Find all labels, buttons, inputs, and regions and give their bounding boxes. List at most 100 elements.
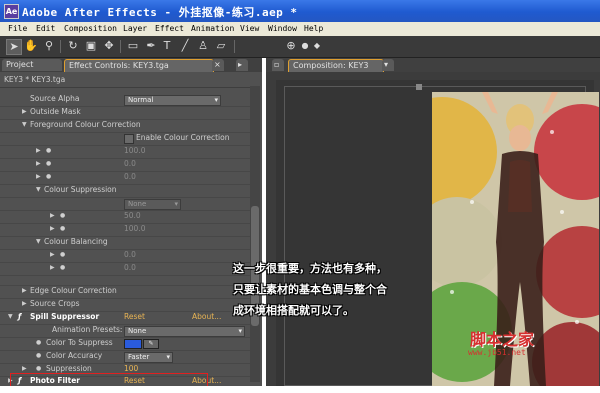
cs-param-row: ▶ ● 50.0 [0, 210, 250, 224]
stopwatch-icon[interactable]: ● [60, 223, 65, 236]
spill-reset-link[interactable]: Reset [124, 311, 145, 324]
expand-arrow-icon[interactable]: ▶ [50, 262, 55, 275]
tab-effect-controls[interactable]: Effect Controls: KEY3.tga [64, 59, 214, 72]
selection-tool-icon[interactable]: ➤ [6, 39, 22, 55]
color-swatch[interactable] [124, 339, 142, 349]
panel-menu-icon[interactable]: ▾ [382, 59, 394, 71]
animation-presets-dropdown[interactable]: None [124, 325, 245, 337]
menu-file[interactable]: File [8, 24, 27, 33]
cs-value-1[interactable]: 50.0 [124, 210, 141, 223]
menu-animation[interactable]: Animation [191, 24, 234, 33]
menu-layer[interactable]: Layer [123, 24, 147, 33]
expand-arrow-icon[interactable]: ▶ [22, 285, 27, 298]
lock-icon[interactable]: ▫ [272, 59, 284, 71]
stopwatch-icon[interactable]: ● [46, 171, 51, 184]
stopwatch-icon[interactable]: ● [60, 262, 65, 275]
expand-arrow-icon[interactable]: ▶ [50, 249, 55, 262]
toolbar-divider [234, 40, 235, 53]
menu-composition[interactable]: Composition [64, 24, 117, 33]
spill-about-link[interactable]: About... [192, 311, 221, 324]
view-axis-icon[interactable]: ◆ [310, 39, 324, 53]
brush-tool-icon[interactable]: ╱ [178, 39, 192, 53]
pan-behind-tool-icon[interactable]: ✥ [102, 39, 116, 53]
source-alpha-dropdown[interactable]: Normal [124, 94, 221, 106]
menu-help[interactable]: Help [304, 24, 323, 33]
menu-edit[interactable]: Edit [36, 24, 55, 33]
stopwatch-icon[interactable]: ● [60, 249, 65, 262]
zoom-tool-icon[interactable]: ⚲ [42, 39, 56, 53]
fx-toggle-icon[interactable]: ƒ [18, 311, 21, 324]
fg-param-row: ▶ ● 0.0 [0, 171, 250, 185]
menu-window[interactable]: Window [268, 24, 297, 33]
caption-line-1: 这一步很重要，方法也有多种， [233, 262, 387, 275]
color-accuracy-dropdown[interactable]: Faster [124, 351, 173, 363]
colour-suppression-dropdown[interactable]: None [124, 198, 181, 210]
caption-line-2: 只要让素材的基本色调与整个合 [233, 283, 387, 296]
layer-header-text: KEY3 * KEY3.tga [4, 75, 66, 84]
collapse-arrow-icon[interactable]: ▼ [36, 184, 41, 197]
title-bar: Ae Adobe After Effects - 外挂抠像-练习.aep * [0, 0, 600, 22]
expand-arrow-icon[interactable]: ▶ [36, 145, 41, 158]
eyedropper-icon[interactable]: ✎ [143, 339, 159, 349]
edge-colour-correction-label: Edge Colour Correction [30, 286, 117, 295]
colour-balancing-row[interactable]: ▼ Colour Balancing [0, 236, 250, 250]
expand-arrow-icon[interactable]: ▶ [36, 171, 41, 184]
expand-arrow-icon[interactable]: ▶ [36, 158, 41, 171]
menu-view[interactable]: View [240, 24, 259, 33]
fg-value-3[interactable]: 0.0 [124, 171, 136, 184]
axis-mode-icon[interactable]: ⊕ [284, 39, 298, 53]
color-accuracy-label: Color Accuracy [46, 351, 103, 360]
collapse-arrow-icon[interactable]: ▼ [8, 311, 13, 324]
stopwatch-icon[interactable]: ● [46, 145, 51, 158]
corner-handle[interactable] [416, 84, 422, 90]
rotate-tool-icon[interactable]: ↻ [66, 39, 80, 53]
toolbar-divider [120, 40, 121, 53]
composition-panel: ▫ Composition: KEY3 ▾ [266, 58, 600, 386]
color-to-suppress-label: Color To Suppress [46, 338, 113, 347]
pen-tool-icon[interactable]: ✒ [144, 39, 158, 53]
effect-controls-scrollbar[interactable] [250, 86, 260, 382]
panel-close-icon[interactable]: × [212, 59, 224, 71]
collapse-arrow-icon[interactable]: ▼ [36, 236, 41, 249]
rectangle-mask-tool-icon[interactable]: ▭ [126, 39, 140, 53]
menu-effect[interactable]: Effect [155, 24, 184, 33]
stopwatch-icon[interactable]: ● [46, 158, 51, 171]
tab-composition[interactable]: Composition: KEY3 [288, 59, 384, 72]
spill-suppressor-row[interactable]: ▼ ƒ Spill Suppressor Reset About... [0, 311, 250, 325]
expand-arrow-icon[interactable]: ▶ [22, 106, 27, 119]
cb-value-1[interactable]: 0.0 [124, 249, 136, 262]
collapse-arrow-icon[interactable]: ▼ [22, 119, 27, 132]
window-title: Adobe After Effects - 外挂抠像-练习.aep * [22, 6, 298, 19]
edge-colour-correction-row[interactable]: ▶ Edge Colour Correction [0, 285, 250, 299]
expand-arrow-icon[interactable]: ▶ [50, 223, 55, 236]
source-crops-row[interactable]: ▶ Source Crops [0, 298, 250, 312]
stopwatch-icon[interactable]: ● [36, 337, 41, 350]
stopwatch-icon[interactable]: ● [36, 350, 41, 363]
tab-project[interactable]: Project [2, 59, 62, 71]
expand-arrow-icon[interactable]: ▶ [22, 298, 27, 311]
source-alpha-label: Source Alpha [30, 94, 80, 103]
cs-value-2[interactable]: 100.0 [124, 223, 145, 236]
outside-mask-row[interactable]: ▶ Outside Mask [0, 106, 250, 120]
foreground-colour-correction-row[interactable]: ▼ Foreground Colour Correction [0, 119, 250, 133]
eraser-tool-icon[interactable]: ▱ [214, 39, 228, 53]
hand-tool-icon[interactable]: ✋ [24, 39, 38, 53]
source-alpha-row: Source Alpha Normal [0, 93, 250, 107]
text-tool-icon[interactable]: T [160, 39, 174, 53]
clone-stamp-tool-icon[interactable]: ♙ [196, 39, 210, 53]
fg-param-row: ▶ ● 0.0 [0, 158, 250, 172]
cb-param-row: ▶ ● 0.0 [0, 262, 250, 276]
color-accuracy-row: ● Color Accuracy Faster [0, 350, 250, 364]
panel-menu-icon[interactable]: ▸ [236, 59, 248, 71]
fg-value-2[interactable]: 0.0 [124, 158, 136, 171]
cb-value-2[interactable]: 0.0 [124, 262, 136, 275]
colour-suppression-row[interactable]: ▼ Colour Suppression [0, 184, 250, 198]
enable-colour-correction-checkbox[interactable] [124, 134, 134, 144]
camera-tool-icon[interactable]: ▣ [84, 39, 98, 53]
spill-suppressor-label: Spill Suppressor [30, 312, 100, 321]
expand-arrow-icon[interactable]: ▶ [50, 210, 55, 223]
tutorial-caption: 这一步很重要，方法也有多种， 只要让素材的基本色调与整个合 成环境相搭配就可以了… [233, 258, 443, 321]
fg-value-1[interactable]: 100.0 [124, 145, 145, 158]
stopwatch-icon[interactable]: ● [60, 210, 65, 223]
bottom-frame [0, 386, 600, 393]
